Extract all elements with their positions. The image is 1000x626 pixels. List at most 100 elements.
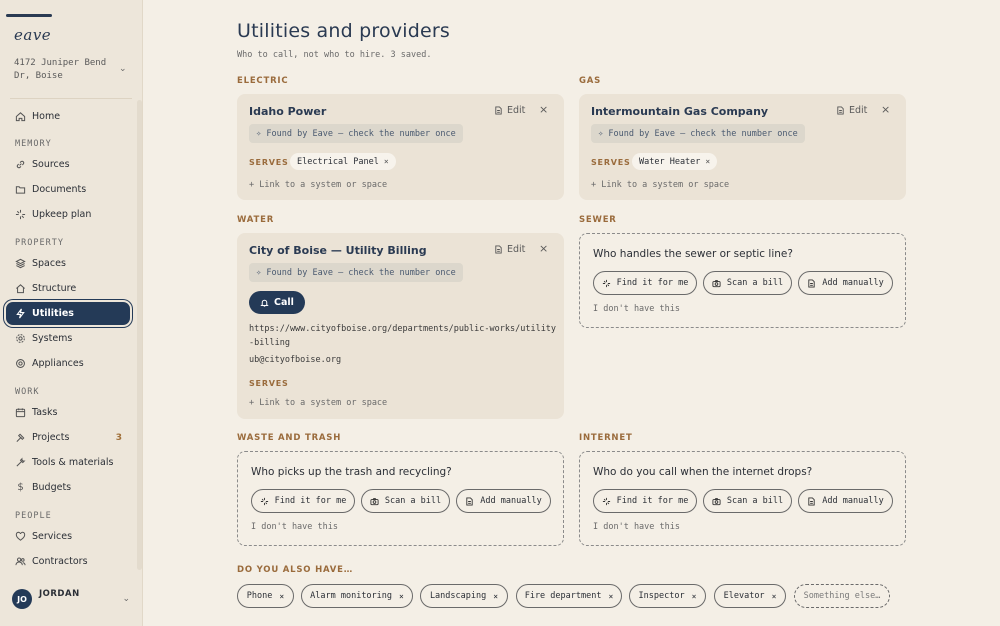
- edit-button[interactable]: Edit: [836, 105, 867, 116]
- provider-email[interactable]: ub@cityofboise.org: [249, 353, 341, 367]
- find-it-button[interactable]: Find it for me: [251, 489, 355, 513]
- edit-button[interactable]: Edit: [494, 244, 525, 255]
- suggestion-chip-fire-department[interactable]: Fire department ×: [516, 584, 622, 608]
- home-icon: [15, 111, 26, 122]
- sidebar-item-projects[interactable]: Projects 3: [6, 426, 130, 449]
- avatar: JO: [12, 589, 32, 609]
- appliance-icon: [15, 358, 26, 369]
- camera-icon: [712, 279, 721, 287]
- serves-label: SERVES: [249, 379, 289, 388]
- sidebar-item-upkeep-plan[interactable]: Upkeep plan: [6, 203, 130, 226]
- find-label: Find it for me: [274, 496, 347, 506]
- sidebar-item-label: Utilities: [32, 308, 74, 319]
- call-label: Call: [274, 297, 294, 308]
- serves-chip-label: Water Heater: [639, 156, 701, 167]
- empty-question: Who handles the sewer or septic line?: [593, 248, 793, 260]
- dont-have-button[interactable]: I don't have this: [251, 522, 338, 532]
- suggestion-chip-phone[interactable]: Phone ×: [237, 584, 294, 608]
- user-name: JORDAN: [39, 589, 80, 599]
- property-address[interactable]: 4172 Juniper Bend Dr, Boise: [14, 57, 114, 83]
- sidebar-item-tools-materials[interactable]: Tools & materials: [6, 451, 130, 474]
- link-system-button[interactable]: + Link to a system or space: [591, 180, 729, 190]
- close-icon[interactable]: ×: [493, 592, 498, 601]
- link-system-button[interactable]: + Link to a system or space: [249, 398, 387, 408]
- edit-button[interactable]: Edit: [494, 105, 525, 116]
- close-icon[interactable]: ×: [384, 157, 389, 166]
- sidebar-item-spaces[interactable]: Spaces: [6, 252, 130, 275]
- something-else-chip[interactable]: Something else…: [794, 584, 890, 608]
- find-it-button[interactable]: Find it for me: [593, 271, 697, 295]
- close-icon[interactable]: ×: [539, 103, 548, 116]
- user-menu[interactable]: JO JORDAN ⌄: [12, 589, 132, 609]
- add-manually-button[interactable]: Add manually: [798, 271, 893, 295]
- find-it-button[interactable]: Find it for me: [593, 489, 697, 513]
- close-icon[interactable]: ×: [399, 592, 404, 601]
- chip-label: Phone: [246, 591, 273, 601]
- sidebar-item-label: Systems: [32, 333, 73, 344]
- chip-label: Fire department: [524, 591, 602, 601]
- provider-website-link[interactable]: https://www.cityofboise.org/departments/…: [249, 322, 556, 350]
- call-button[interactable]: Call: [249, 291, 305, 314]
- sidebar-item-contractors[interactable]: Contractors: [6, 550, 130, 573]
- document-icon: [495, 106, 502, 115]
- sidebar-item-utilities[interactable]: Utilities: [6, 302, 130, 325]
- sidebar-item-sources[interactable]: Sources: [6, 153, 130, 176]
- utility-card-sewer-empty: Who handles the sewer or septic line? Fi…: [579, 233, 906, 328]
- sidebar-item-label: Spaces: [32, 258, 66, 269]
- provider-name: Intermountain Gas Company: [591, 105, 769, 118]
- sidebar-scrollbar[interactable]: [137, 100, 142, 570]
- link-system-button[interactable]: + Link to a system or space: [249, 180, 387, 190]
- chevron-down-icon[interactable]: ⌄: [119, 64, 127, 74]
- close-icon[interactable]: ×: [539, 242, 548, 255]
- serves-chip[interactable]: Electrical Panel ×: [290, 153, 396, 170]
- sidebar-item-home[interactable]: Home: [6, 105, 130, 128]
- sidebar-item-structure[interactable]: Structure: [6, 277, 130, 300]
- document-icon: [495, 245, 502, 254]
- scan-bill-button[interactable]: Scan a bill: [703, 489, 792, 513]
- serves-chip[interactable]: Water Heater ×: [632, 153, 718, 170]
- utility-card-internet-empty: Who do you call when the internet drops?…: [579, 451, 906, 546]
- provider-name: Idaho Power: [249, 105, 327, 118]
- app-logo[interactable]: eave: [14, 26, 51, 44]
- close-icon[interactable]: ×: [279, 592, 284, 601]
- suggestion-chip-elevator[interactable]: Elevator ×: [714, 584, 786, 608]
- suggestion-chip-alarm[interactable]: Alarm monitoring ×: [301, 584, 413, 608]
- sidebar-item-tasks[interactable]: Tasks: [6, 401, 130, 424]
- close-icon[interactable]: ×: [772, 592, 777, 601]
- sidebar-item-budgets[interactable]: $ Budgets: [6, 476, 130, 499]
- sidebar-item-label: Budgets: [32, 482, 72, 493]
- add-label: Add manually: [480, 496, 542, 506]
- scan-bill-button[interactable]: Scan a bill: [361, 489, 450, 513]
- nav-section-people: PEOPLE: [15, 511, 52, 521]
- scan-bill-button[interactable]: Scan a bill: [703, 271, 792, 295]
- sidebar-item-systems[interactable]: Systems: [6, 327, 130, 350]
- dollar-icon: $: [17, 482, 24, 493]
- sidebar-item-label: Sources: [32, 159, 70, 170]
- suggestion-chip-landscaping[interactable]: Landscaping ×: [420, 584, 508, 608]
- sidebar-item-services[interactable]: Services: [6, 525, 130, 548]
- scan-label: Scan a bill: [726, 496, 784, 506]
- sparkle-icon: [260, 497, 268, 505]
- sidebar-item-documents[interactable]: Documents: [6, 178, 130, 201]
- add-manually-button[interactable]: Add manually: [456, 489, 551, 513]
- close-icon[interactable]: ×: [705, 157, 710, 166]
- dont-have-button[interactable]: I don't have this: [593, 522, 680, 532]
- add-manually-button[interactable]: Add manually: [798, 489, 893, 513]
- suggestion-chip-inspector[interactable]: Inspector ×: [629, 584, 706, 608]
- bell-icon: [260, 299, 269, 307]
- section-label-also-have: DO YOU ALSO HAVE…: [237, 565, 354, 575]
- document-icon: [837, 106, 844, 115]
- close-icon[interactable]: ×: [608, 592, 613, 601]
- close-icon[interactable]: ×: [692, 592, 697, 601]
- serves-label: SERVES: [591, 158, 631, 167]
- edit-label: Edit: [507, 105, 526, 116]
- close-icon[interactable]: ×: [881, 103, 890, 116]
- utility-card-waste-empty: Who picks up the trash and recycling? Fi…: [237, 451, 564, 546]
- dont-have-button[interactable]: I don't have this: [593, 304, 680, 314]
- logo-accent-bar: [6, 14, 52, 17]
- sidebar-item-label: Tools & materials: [32, 457, 114, 468]
- chevron-down-icon[interactable]: ⌄: [122, 594, 130, 604]
- section-label-waste: WASTE AND TRASH: [237, 433, 342, 443]
- sidebar-item-appliances[interactable]: Appliances: [6, 352, 130, 375]
- found-by-eave-chip: ✧ Found by Eave — check the number once: [591, 124, 805, 143]
